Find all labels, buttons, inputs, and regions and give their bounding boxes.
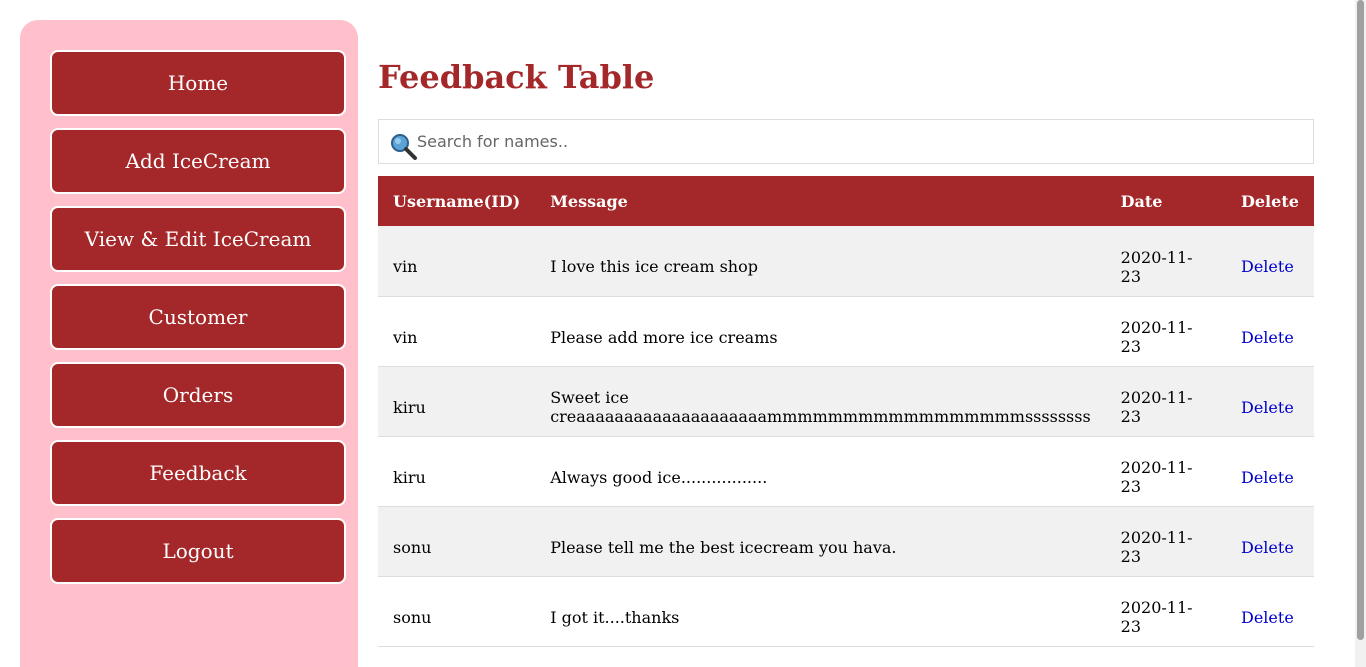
magnifying-glass-icon: [389, 132, 419, 162]
table-row: kiru Sweet ice creaaaaaaaaaaaaaaaaaaaamm…: [378, 366, 1314, 437]
nav-home-button[interactable]: Home: [50, 50, 346, 116]
cell-delete: Delete: [1226, 226, 1314, 297]
cell-message: I got it....thanks: [535, 576, 1106, 647]
delete-link[interactable]: Delete: [1241, 328, 1294, 347]
header-username: Username(ID): [378, 176, 536, 226]
delete-link[interactable]: Delete: [1241, 538, 1294, 557]
delete-link[interactable]: Delete: [1241, 468, 1294, 487]
cell-delete: Delete: [1226, 576, 1314, 647]
cell-delete: Delete: [1226, 436, 1314, 507]
delete-link[interactable]: Delete: [1241, 608, 1294, 627]
cell-date: 2020-11-23: [1105, 226, 1226, 297]
nav-logout-button[interactable]: Logout: [50, 518, 346, 584]
table-row: vin I love this ice cream shop 2020-11-2…: [378, 226, 1314, 297]
cell-date: 2020-11-23: [1105, 506, 1226, 577]
feedback-table: Username(ID) Message Date Delete vin I l…: [378, 176, 1314, 647]
table-row: sonu Please tell me the best icecream yo…: [378, 506, 1314, 577]
cell-message: I love this ice cream shop: [535, 226, 1106, 297]
cell-date: 2020-11-23: [1105, 366, 1226, 437]
sidebar: Home Add IceCream View & Edit IceCream C…: [20, 20, 358, 667]
header-date: Date: [1105, 176, 1226, 226]
search-input[interactable]: [417, 120, 1297, 163]
search-box[interactable]: [378, 119, 1314, 164]
header-message: Message: [535, 176, 1106, 226]
cell-date: 2020-11-23: [1105, 296, 1226, 367]
nav-customer-button[interactable]: Customer: [50, 284, 346, 350]
cell-message: Sweet ice creaaaaaaaaaaaaaaaaaaaammmmmmm…: [535, 366, 1106, 437]
delete-link[interactable]: Delete: [1241, 257, 1294, 276]
cell-username: sonu: [378, 576, 536, 647]
cell-username: kiru: [378, 436, 536, 507]
cell-message: Always good ice.................: [535, 436, 1106, 507]
nav-add-icecream-button[interactable]: Add IceCream: [50, 128, 346, 194]
table-row: sonu I got it....thanks 2020-11-23 Delet…: [378, 576, 1314, 647]
nav-orders-button[interactable]: Orders: [50, 362, 346, 428]
cell-date: 2020-11-23: [1105, 436, 1226, 507]
cell-delete: Delete: [1226, 366, 1314, 437]
table-row: vin Please add more ice creams 2020-11-2…: [378, 296, 1314, 367]
cell-username: vin: [378, 296, 536, 367]
vertical-scrollbar[interactable]: [1355, 0, 1366, 667]
nav-view-edit-icecream-button[interactable]: View & Edit IceCream: [50, 206, 346, 272]
table-row: kiru Always good ice................. 20…: [378, 436, 1314, 507]
table-header-row: Username(ID) Message Date Delete: [378, 176, 1314, 226]
cell-username: vin: [378, 226, 536, 297]
scrollbar-thumb[interactable]: [1357, 0, 1364, 640]
page-title: Feedback Table: [378, 58, 655, 96]
cell-message: Please add more ice creams: [535, 296, 1106, 367]
cell-date: 2020-11-23: [1105, 576, 1226, 647]
nav-feedback-button[interactable]: Feedback: [50, 440, 346, 506]
cell-delete: Delete: [1226, 506, 1314, 577]
cell-username: kiru: [378, 366, 536, 437]
cell-message: Please tell me the best icecream you hav…: [535, 506, 1106, 577]
cell-username: sonu: [378, 506, 536, 577]
delete-link[interactable]: Delete: [1241, 398, 1294, 417]
header-delete: Delete: [1226, 176, 1314, 226]
cell-delete: Delete: [1226, 296, 1314, 367]
